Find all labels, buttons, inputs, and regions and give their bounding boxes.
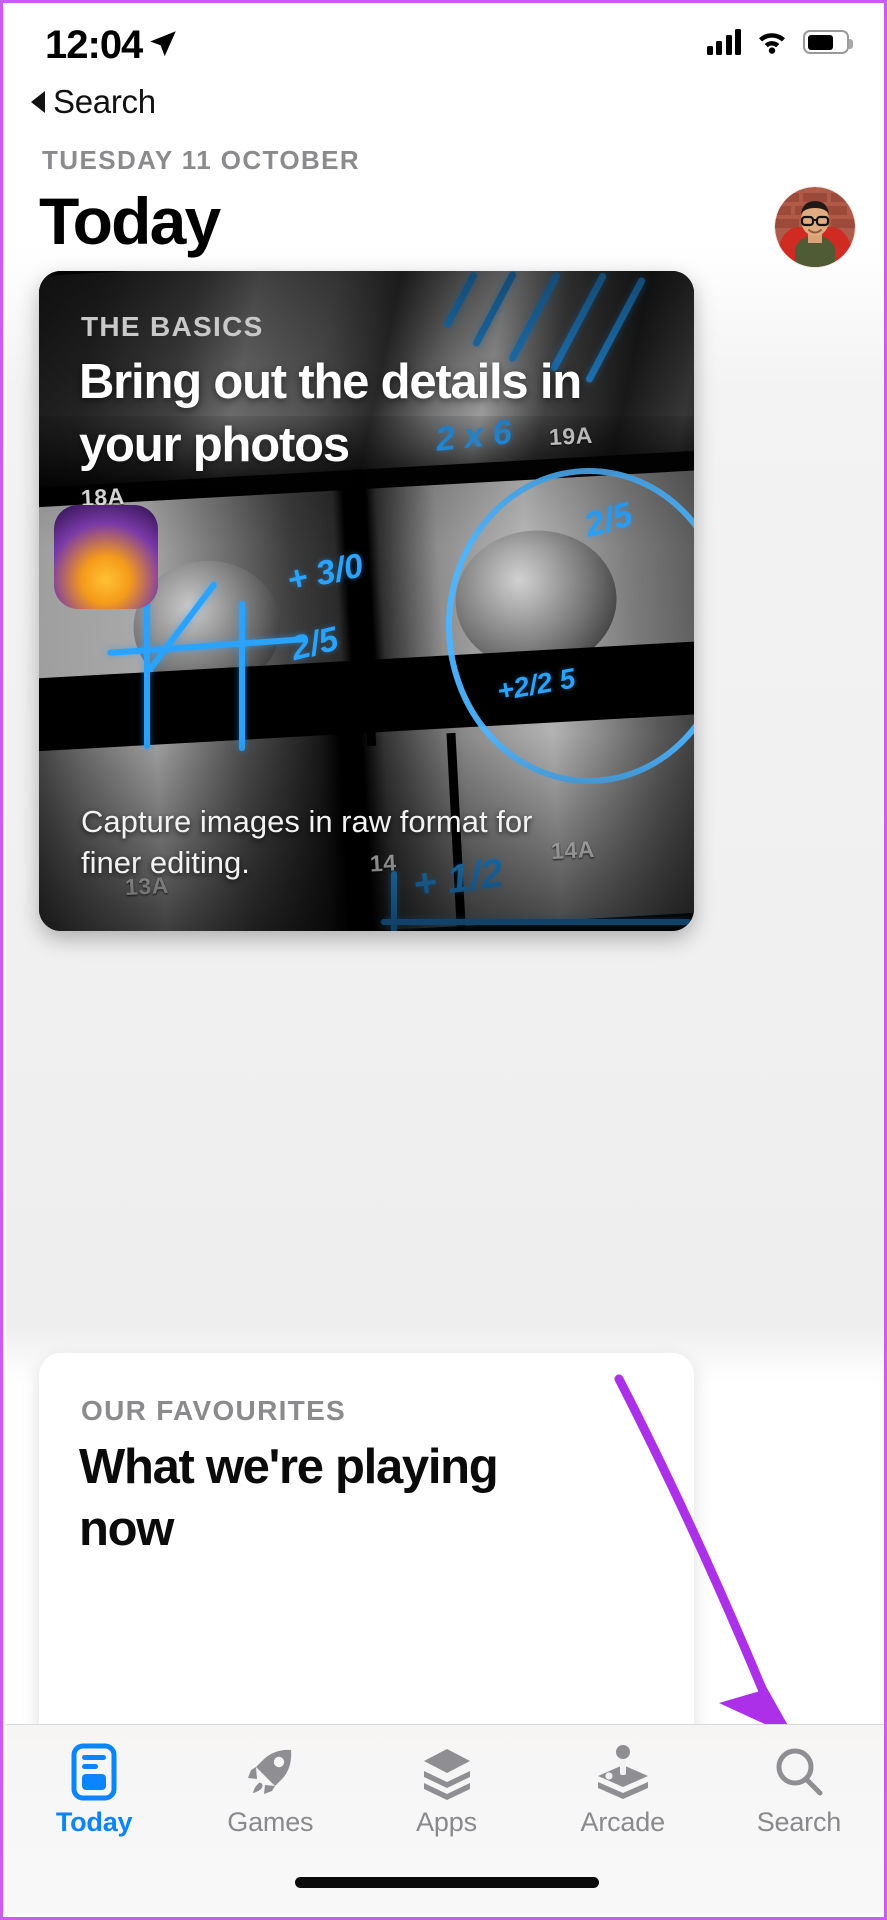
hero-kicker: THE BASICS [81, 311, 264, 342]
hero-caption: Capture images in raw format for finer e… [81, 803, 533, 880]
tab-label: Today [55, 1807, 133, 1837]
magnifier-icon [770, 1741, 828, 1803]
story-card-our-favourites[interactable]: OUR FAVOURITES What we're playing now [39, 1353, 694, 1730]
card2-title: What we're playing now [79, 1440, 499, 1556]
location-arrow-icon [150, 31, 176, 57]
today-feed-scroll[interactable]: TUESDAY 11 OCTOBER Today + 3/0 2/5 +2/2 … [6, 125, 884, 1730]
feed-date: TUESDAY 11 OCTOBER [42, 145, 361, 175]
card2-kicker: OUR FAVOURITES [81, 1395, 347, 1426]
tab-bar: Today Games Apps Arcade Search [6, 1724, 884, 1914]
battery-icon [803, 30, 853, 54]
tab-games[interactable]: Games [182, 1725, 358, 1853]
tab-label: Apps [416, 1807, 477, 1837]
status-bar-time: 12:04 [45, 23, 143, 67]
hero-title: Bring out the details in your photos [79, 355, 582, 472]
status-bar-indicators [706, 29, 853, 55]
tab-search[interactable]: Search [711, 1725, 884, 1853]
tab-label: Arcade [580, 1807, 666, 1837]
tab-today[interactable]: Today [6, 1725, 182, 1853]
status-bar: 12:04 [3, 3, 884, 83]
back-to-search-button[interactable]: Search [31, 83, 156, 121]
joystick-icon [594, 1741, 652, 1803]
page-title: Today [39, 184, 221, 258]
ink-crosshair [239, 601, 245, 751]
stacked-layers-icon [418, 1741, 476, 1803]
back-caret-icon [31, 91, 45, 113]
tab-arcade[interactable]: Arcade [535, 1725, 711, 1853]
signal-bars-icon [706, 29, 741, 55]
home-indicator-bar[interactable] [294, 1877, 599, 1888]
app-icon-thumbnail[interactable] [54, 505, 158, 609]
wifi-icon [759, 33, 785, 54]
back-label: Search [53, 83, 156, 120]
tab-apps[interactable]: Apps [358, 1725, 534, 1853]
avatar[interactable] [775, 187, 855, 267]
user-profile-photo [775, 187, 855, 267]
rocket-icon [241, 1741, 299, 1803]
tab-label: Search [756, 1807, 842, 1837]
app-screen: 12:04 Search TUESDAY 11 OCTOBER Today + … [0, 0, 887, 1920]
tab-label: Games [227, 1807, 314, 1837]
today-card-icon [68, 1741, 120, 1803]
